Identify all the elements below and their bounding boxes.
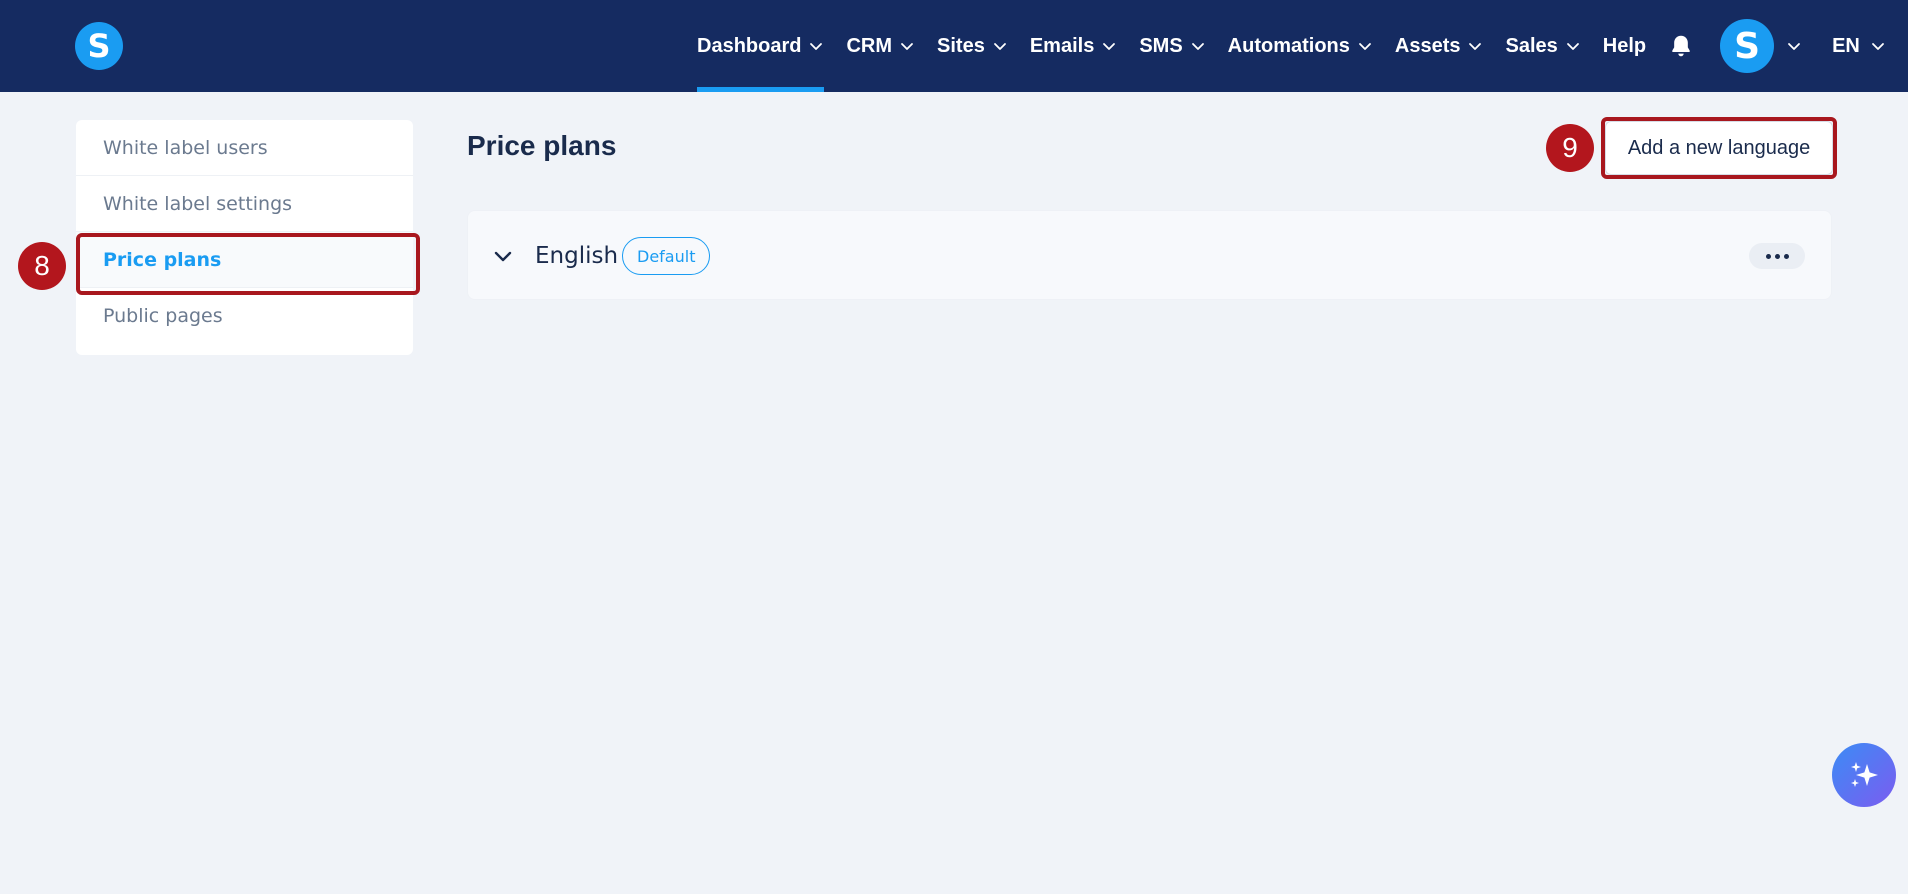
- sparkle-icon: [1851, 762, 1878, 787]
- chevron-down-icon: [993, 43, 1006, 50]
- nav-item-label: Sales: [1505, 34, 1558, 57]
- highlight-box-add-button: [1601, 117, 1837, 179]
- step-marker-8: 8: [18, 242, 66, 290]
- chevron-down-icon: [810, 43, 823, 50]
- nav-item-label: Sites: [937, 34, 985, 57]
- language-row-english: English Default: [467, 210, 1832, 300]
- dot-icon: [1765, 253, 1771, 259]
- language-selector[interactable]: EN: [1832, 0, 1886, 92]
- dot-icon: [1774, 253, 1780, 259]
- sidebar-item-white-label-users[interactable]: White label users: [76, 120, 413, 176]
- chevron-down-icon[interactable]: [492, 245, 514, 267]
- chevron-down-icon: [1191, 43, 1204, 50]
- nav-item-dashboard[interactable]: Dashboard: [697, 0, 825, 92]
- nav-item-sites[interactable]: Sites: [937, 0, 1008, 92]
- nav-item-label: CRM: [846, 34, 893, 57]
- nav-item-sales[interactable]: Sales: [1505, 0, 1580, 92]
- nav-item-assets[interactable]: Assets: [1395, 0, 1484, 92]
- chevron-down-icon: [1358, 43, 1371, 50]
- nav-item-automations[interactable]: Automations: [1228, 0, 1373, 92]
- nav-item-label: Emails: [1029, 34, 1095, 57]
- nav-item-emails[interactable]: Emails: [1030, 0, 1117, 92]
- chevron-down-icon: [1103, 43, 1116, 50]
- notifications-button[interactable]: [1668, 0, 1694, 92]
- main-nav: Dashboard CRM Sites Emails SMS Automatio…: [697, 0, 1886, 92]
- dot-icon: [1783, 253, 1789, 259]
- top-navigation-bar: S Dashboard CRM Sites Emails SMS Automat…: [0, 0, 1908, 92]
- avatar: S: [1720, 19, 1775, 73]
- more-options-button[interactable]: [1749, 243, 1805, 269]
- sidebar-item-label: White label users: [103, 136, 268, 159]
- nav-item-label: Automations: [1227, 34, 1350, 57]
- chevron-down-icon: [1871, 43, 1884, 50]
- brand-logo[interactable]: S: [75, 22, 123, 70]
- page-title: Price plans: [467, 130, 617, 161]
- language-name: English: [535, 243, 619, 269]
- nav-item-help[interactable]: Help: [1603, 0, 1646, 92]
- nav-item-crm[interactable]: CRM: [846, 0, 915, 92]
- chevron-down-icon: [901, 43, 913, 50]
- default-badge: Default: [622, 237, 711, 275]
- nav-item-sms[interactable]: SMS: [1139, 0, 1205, 92]
- chevron-down-icon: [1566, 43, 1579, 50]
- sidebar-item-label: White label settings: [103, 192, 293, 215]
- nav-item-label: Assets: [1394, 34, 1461, 57]
- ai-assistant-button[interactable]: [1832, 743, 1896, 807]
- sidebar-item-label: Public pages: [103, 305, 223, 327]
- nav-item-label: SMS: [1139, 34, 1183, 57]
- highlight-box-sidebar: [76, 233, 420, 295]
- user-menu[interactable]: S: [1720, 0, 1802, 92]
- step-marker-9: 9: [1546, 124, 1594, 172]
- chevron-down-icon: [1788, 43, 1800, 50]
- sidebar-item-white-label-settings[interactable]: White label settings: [76, 176, 413, 232]
- language-code: EN: [1832, 34, 1860, 57]
- nav-item-label: Dashboard: [697, 34, 802, 57]
- bell-icon: [1672, 35, 1690, 57]
- nav-item-label: Help: [1602, 34, 1647, 57]
- chevron-down-icon: [1469, 43, 1482, 50]
- sidebar-item-public-pages[interactable]: Public pages: [76, 288, 413, 344]
